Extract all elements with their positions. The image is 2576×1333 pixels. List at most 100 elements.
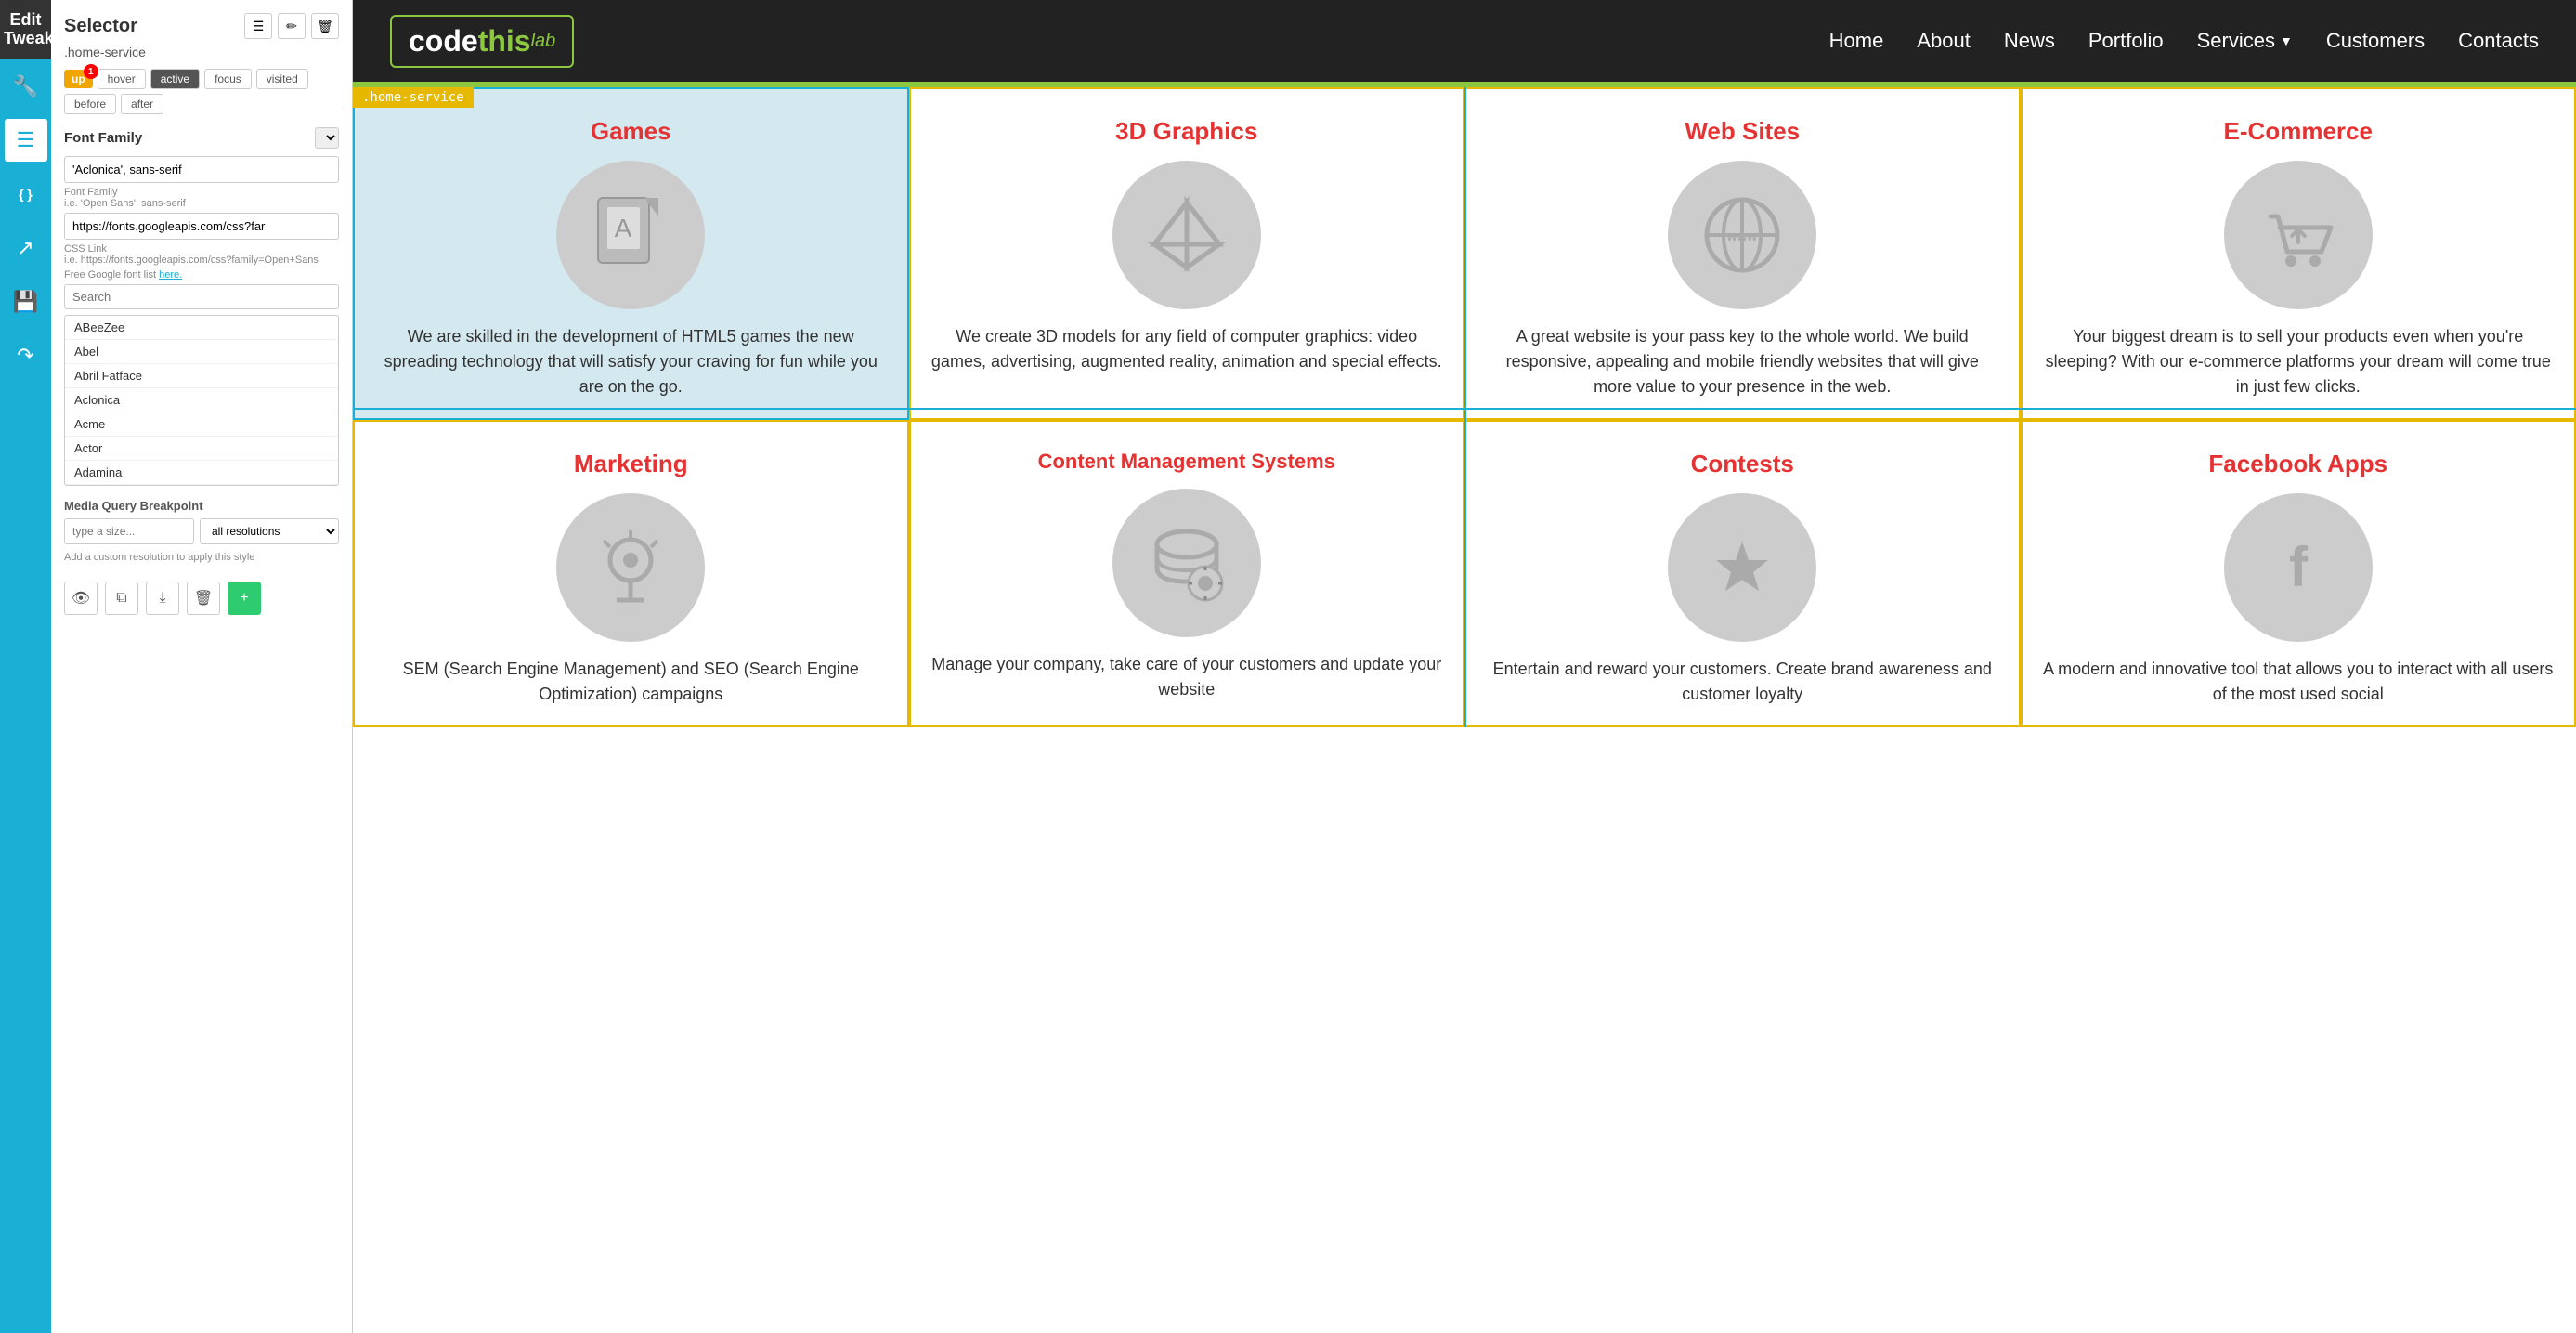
site-header: code this lab Home About News Portfolio … — [353, 0, 2576, 82]
visited-badge[interactable]: visited — [256, 69, 308, 89]
font-item-aclonica[interactable]: Aclonica — [65, 388, 338, 412]
logo-this: this — [478, 24, 531, 59]
font-item-abril[interactable]: Abril Fatface — [65, 364, 338, 388]
share-icon[interactable]: ↷ — [5, 334, 47, 377]
site-content: .home-service Games A We are skilled in … — [353, 87, 2576, 1333]
services-grid: .home-service Games A We are skilled in … — [353, 87, 2576, 727]
service-3d-title: 3D Graphics — [1115, 117, 1257, 146]
google-fonts-link[interactable]: here. — [159, 269, 182, 281]
selector-class: .home-service — [64, 45, 339, 59]
service-websites-desc: A great website is your pass key to the … — [1485, 324, 2000, 399]
service-marketing: Marketing SEM (Search Engine Manageme — [353, 420, 909, 727]
selector-actions: ☰ ✏ 🗑 — [244, 13, 339, 39]
font-family-hint: Font Family i.e. 'Open Sans', sans-serif — [64, 187, 339, 209]
focus-badge[interactable]: focus — [204, 69, 252, 89]
site-nav: Home About News Portfolio Services ▼ Cus… — [1829, 29, 2539, 53]
svg-text:A: A — [615, 214, 632, 242]
service-games-title: Games — [591, 117, 671, 146]
selector-panel: Selector ☰ ✏ 🗑 .home-service up 1 hover … — [51, 0, 352, 1333]
service-games-icon: A — [556, 161, 705, 309]
selector-title: Selector — [64, 16, 137, 37]
state-badges: up 1 hover active focus visited before a… — [64, 69, 339, 114]
nav-customers[interactable]: Customers — [2326, 29, 2425, 53]
font-item-actor[interactable]: Actor — [65, 437, 338, 461]
services-grid-wrapper: .home-service Games A We are skilled in … — [353, 87, 2576, 727]
font-search-input[interactable] — [64, 284, 339, 309]
service-cms-icon — [1112, 489, 1261, 637]
main-area: code this lab Home About News Portfolio … — [353, 0, 2576, 1333]
service-cms: Content Management Systems — [909, 420, 1465, 727]
active-badge[interactable]: active — [150, 69, 200, 89]
font-item-adamina[interactable]: Adamina — [65, 461, 338, 485]
up-badge[interactable]: up 1 — [64, 70, 93, 88]
service-marketing-icon — [556, 493, 705, 642]
preview-button[interactable]: 👁 — [64, 582, 98, 615]
service-ecommerce: E-Commerce Your biggest dream is to sell… — [2021, 87, 2576, 420]
save-icon[interactable]: 💾 — [5, 281, 47, 323]
edit-tweak-button[interactable]: Edit Tweak — [0, 0, 51, 59]
nav-about[interactable]: About — [1917, 29, 1971, 53]
google-fonts-hint: Free Google font list here. — [64, 269, 339, 281]
service-facebook-icon: f — [2224, 493, 2373, 642]
font-family-input[interactable] — [64, 156, 339, 183]
edit-selector-button[interactable]: ✏ — [278, 13, 306, 39]
svg-text:www: www — [1726, 229, 1758, 243]
service-3d-desc: We create 3D models for any field of com… — [930, 324, 1445, 374]
nav-contacts[interactable]: Contacts — [2458, 29, 2539, 53]
logo-code: code — [409, 24, 478, 59]
font-list: ABeeZee Abel Abril Fatface Aclonica Acme… — [64, 315, 339, 486]
service-contests-title: Contests — [1691, 450, 1794, 478]
wrench-icon[interactable]: 🔧 — [5, 65, 47, 108]
bottom-toolbar: 👁 ⧉ ⤓ 🗑 + — [64, 572, 339, 624]
service-games-desc: We are skilled in the development of HTM… — [373, 324, 889, 399]
left-panel: Edit Tweak 🔧 ☰ { } ↗ 💾 ↷ Selector ☰ ✏ 🗑 … — [0, 0, 353, 1333]
service-ecommerce-icon — [2224, 161, 2373, 309]
service-games: .home-service Games A We are skilled in … — [353, 87, 909, 420]
font-item-abel[interactable]: Abel — [65, 340, 338, 364]
selector-tag: .home-service — [353, 87, 474, 108]
mq-hint: Add a custom resolution to apply this st… — [64, 552, 339, 563]
service-3d-graphics: 3D Graphics We create 3D models for any … — [909, 87, 1465, 420]
before-badge[interactable]: before — [64, 94, 116, 114]
code-icon[interactable]: { } — [5, 173, 47, 216]
service-facebook: Facebook Apps f A modern and innovative … — [2021, 420, 2576, 727]
add-style-button[interactable]: + — [228, 582, 261, 615]
delete-style-button[interactable]: 🗑 — [187, 582, 220, 615]
site-logo: code this lab — [390, 15, 574, 68]
service-websites-title: Web Sites — [1685, 117, 1800, 146]
delete-selector-button[interactable]: 🗑 — [311, 13, 339, 39]
media-query-label: Media Query Breakpoint — [64, 499, 339, 513]
service-contests: Contests Entertain and reward your custo… — [1464, 420, 2021, 727]
sliders-icon[interactable]: ☰ — [5, 119, 47, 162]
icon-bar: Edit Tweak 🔧 ☰ { } ↗ 💾 ↷ — [0, 0, 51, 1333]
mq-size-input[interactable] — [64, 518, 194, 544]
nav-news[interactable]: News — [2004, 29, 2055, 53]
font-item-acme[interactable]: Acme — [65, 412, 338, 437]
service-ecommerce-title: E-Commerce — [2224, 117, 2373, 146]
nav-services[interactable]: Services ▼ — [2197, 29, 2293, 53]
nav-portfolio[interactable]: Portfolio — [2088, 29, 2164, 53]
copy-button[interactable]: ⧉ — [105, 582, 138, 615]
css-link-input[interactable] — [64, 213, 339, 240]
service-facebook-desc: A modern and innovative tool that allows… — [2041, 657, 2556, 707]
service-3d-icon — [1112, 161, 1261, 309]
service-cms-desc: Manage your company, take care of your c… — [930, 652, 1445, 702]
service-ecommerce-desc: Your biggest dream is to sell your produ… — [2041, 324, 2556, 399]
selector-header: Selector ☰ ✏ 🗑 — [64, 13, 339, 39]
after-badge[interactable]: after — [121, 94, 163, 114]
font-family-dropdown[interactable] — [315, 127, 339, 149]
service-contests-icon — [1668, 493, 1816, 642]
list-view-button[interactable]: ☰ — [244, 13, 272, 39]
arrow-icon[interactable]: ↗ — [5, 227, 47, 269]
svg-text:f: f — [2289, 536, 2309, 598]
service-contests-desc: Entertain and reward your customers. Cre… — [1485, 657, 2000, 707]
download-button[interactable]: ⤓ — [146, 582, 179, 615]
service-marketing-title: Marketing — [574, 450, 688, 478]
service-websites-icon: www — [1668, 161, 1816, 309]
font-item-abeezee[interactable]: ABeeZee — [65, 316, 338, 340]
hover-badge[interactable]: hover — [98, 69, 146, 89]
media-query-row: all resolutions max-width min-width — [64, 518, 339, 544]
nav-home[interactable]: Home — [1829, 29, 1884, 53]
mq-resolution-select[interactable]: all resolutions max-width min-width — [200, 518, 339, 544]
css-link-hint: CSS Link i.e. https://fonts.googleapis.c… — [64, 243, 339, 266]
